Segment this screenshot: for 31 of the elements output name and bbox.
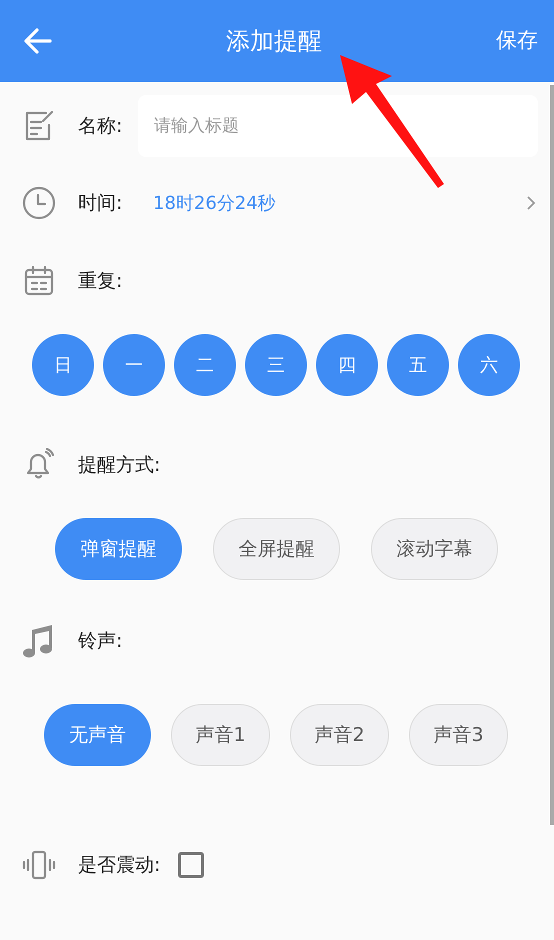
option-button[interactable]: 声音2 [290, 704, 389, 766]
page-title: 添加提醒 [226, 26, 322, 57]
vibrating-phone-icon [22, 848, 56, 882]
weekday-button[interactable]: 六 [458, 334, 520, 396]
back-arrow-icon[interactable] [24, 28, 52, 54]
field-label: 重复: [78, 268, 122, 294]
clock-icon [22, 186, 56, 220]
option-button[interactable]: 声音3 [409, 704, 508, 766]
chevron-right-icon[interactable] [526, 195, 536, 211]
time-value[interactable]: 18时26分24秒 [153, 190, 526, 216]
field-label: 铃声: [78, 628, 122, 654]
field-label: 时间: [78, 190, 124, 216]
vibrate-checkbox[interactable] [178, 852, 204, 878]
weekday-button[interactable]: 三 [245, 334, 307, 396]
option-button[interactable]: 滚动字幕 [371, 518, 498, 580]
field-label: 提醒方式: [78, 452, 160, 478]
save-button[interactable]: 保存 [496, 25, 538, 57]
title-input[interactable]: 请输入标题 [138, 95, 538, 157]
weekday-button[interactable]: 一 [103, 334, 165, 396]
weekday-button[interactable]: 五 [387, 334, 449, 396]
field-label: 名称: [78, 114, 124, 139]
option-button[interactable]: 无声音 [44, 704, 151, 766]
weekday-button[interactable]: 日 [32, 334, 94, 396]
weekday-button[interactable]: 四 [316, 334, 378, 396]
option-button[interactable]: 弹窗提醒 [55, 518, 182, 580]
option-button[interactable]: 全屏提醒 [213, 518, 340, 580]
weekday-button[interactable]: 二 [174, 334, 236, 396]
field-label: 是否震动: [78, 852, 160, 878]
music-note-icon [22, 624, 54, 658]
calendar-icon [22, 264, 56, 298]
option-button[interactable]: 声音1 [171, 704, 270, 766]
